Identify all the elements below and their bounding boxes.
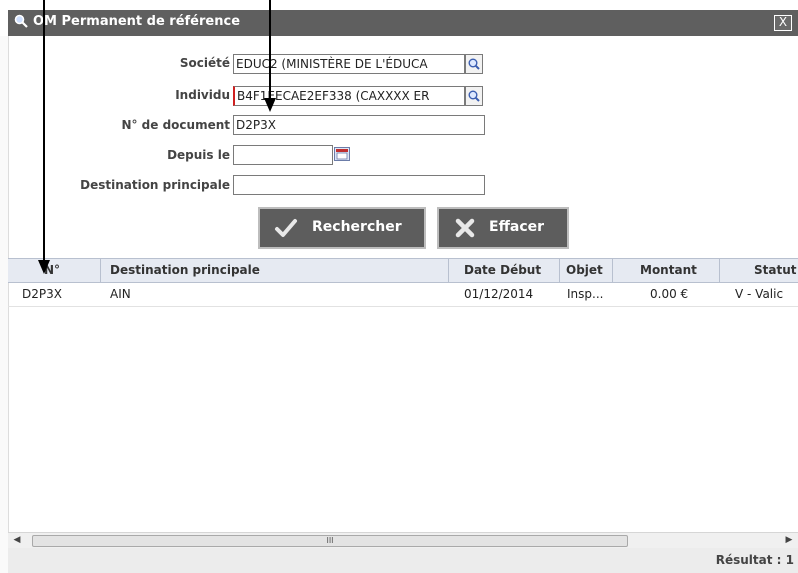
search-button-label: Rechercher bbox=[312, 219, 402, 235]
results-grid-header: N° Destination principale Date Début Obj… bbox=[8, 258, 798, 283]
column-divider bbox=[100, 259, 101, 282]
scrollbar-grip: III bbox=[326, 536, 334, 545]
column-header-statut[interactable]: Statut bbox=[754, 263, 797, 277]
search-icon bbox=[468, 58, 480, 70]
column-divider bbox=[612, 259, 613, 282]
checkmark-icon bbox=[275, 219, 297, 237]
search-icon bbox=[14, 14, 28, 28]
cell-date-debut: 01/12/2014 bbox=[464, 287, 534, 301]
annotation-arrowhead-icon bbox=[38, 260, 50, 274]
table-row[interactable]: D2P3X AIN 01/12/2014 Insp... 0.00 € V - … bbox=[8, 282, 798, 307]
cell-destination: AIN bbox=[110, 287, 131, 301]
scroll-left-icon[interactable]: ◀ bbox=[10, 533, 24, 548]
cell-statut: V - Valic bbox=[735, 287, 784, 301]
clear-button[interactable]: Effacer bbox=[437, 207, 569, 249]
column-divider bbox=[719, 259, 720, 282]
column-divider bbox=[448, 259, 449, 282]
calendar-glyph bbox=[336, 149, 348, 160]
dialog-titlebar: OM Permanent de référence X bbox=[8, 10, 798, 36]
annotation-arrow-line bbox=[43, 0, 45, 262]
societe-lookup-button[interactable] bbox=[465, 54, 483, 74]
depuis-label: Depuis le bbox=[167, 148, 230, 162]
societe-field[interactable]: EDUC2 (MINISTÈRE DE L'ÉDUCA bbox=[233, 54, 465, 74]
column-divider bbox=[559, 259, 560, 282]
column-header-montant[interactable]: Montant bbox=[640, 263, 697, 277]
document-number-input[interactable]: D2P3X bbox=[233, 115, 485, 135]
column-header-date-debut[interactable]: Date Début bbox=[464, 263, 541, 277]
cross-icon bbox=[455, 218, 475, 238]
calendar-icon[interactable] bbox=[334, 147, 350, 161]
column-header-objet[interactable]: Objet bbox=[566, 263, 603, 277]
clear-button-label: Effacer bbox=[489, 219, 545, 235]
column-header-destination[interactable]: Destination principale bbox=[110, 263, 260, 277]
dialog-title: OM Permanent de référence bbox=[33, 14, 241, 29]
individu-label: Individu bbox=[175, 88, 230, 102]
cell-objet: Insp... bbox=[567, 287, 604, 301]
annotation-arrowhead-icon bbox=[264, 98, 276, 112]
result-count: Résultat : 1 bbox=[715, 553, 794, 567]
annotation-arrow-line bbox=[269, 0, 271, 100]
destination-input[interactable] bbox=[233, 175, 485, 195]
societe-label: Société bbox=[179, 56, 230, 70]
cell-montant: 0.00 € bbox=[650, 287, 689, 301]
depuis-date-input[interactable] bbox=[233, 145, 333, 165]
close-button[interactable]: X bbox=[774, 15, 792, 31]
horizontal-scrollbar[interactable]: ◀ III ▶ bbox=[8, 532, 798, 548]
results-footer: Résultat : 1 bbox=[8, 548, 798, 573]
scroll-right-icon[interactable]: ▶ bbox=[782, 533, 796, 548]
search-button[interactable]: Rechercher bbox=[258, 207, 426, 249]
scrollbar-thumb[interactable]: III bbox=[32, 535, 628, 547]
cell-numero: D2P3X bbox=[22, 287, 62, 301]
document-label: N° de document bbox=[121, 118, 230, 132]
destination-label: Destination principale bbox=[80, 178, 230, 192]
individu-lookup-button[interactable] bbox=[465, 86, 483, 106]
search-icon bbox=[468, 90, 480, 102]
